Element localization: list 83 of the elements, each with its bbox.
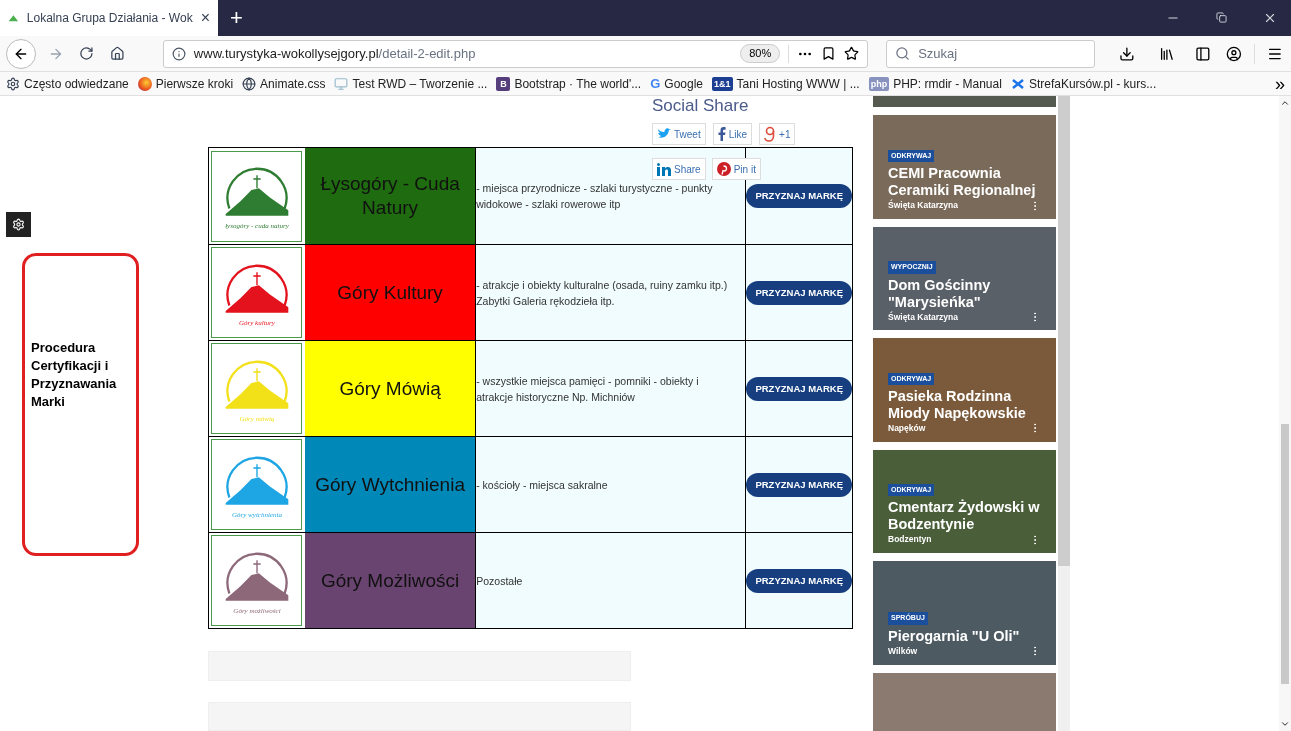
back-button[interactable] — [6, 38, 36, 69]
globe-icon — [242, 76, 257, 91]
reload-icon[interactable] — [79, 46, 95, 61]
settings-button[interactable] — [6, 212, 31, 237]
bookmark-item[interactable]: 1&1 Tani Hosting WWW | ... — [712, 74, 860, 93]
tab-close-button[interactable]: × — [200, 10, 210, 26]
bookmark-item[interactable]: Test RWD – Tworzenie ... — [334, 74, 488, 93]
brand-name-cell: Góry Możliwości — [304, 533, 476, 629]
bookmark-item[interactable]: StrefaKursów.pl - kurs... — [1010, 74, 1157, 93]
place-title: Pasieka Rodzinna Miody Napękowskie — [888, 388, 1027, 422]
brand-name-cell: Łysogóry - Cuda Natury — [304, 148, 476, 245]
zoom-badge[interactable]: 80% — [740, 44, 781, 63]
bookmarks-overflow-button[interactable]: » — [1275, 74, 1285, 93]
letter-icon: B — [496, 76, 511, 91]
search-field[interactable]: Szukaj — [886, 39, 1096, 68]
place-title: Dom Gościnny "Marysieńka" — [888, 276, 992, 311]
share-button[interactable]: +1 — [759, 123, 796, 145]
sidebar-icon[interactable] — [1194, 45, 1211, 62]
place-title: Pierogarnia "U Oli" — [888, 627, 1021, 645]
place-title: CEMI Pracownia Ceramiki Regionalnej — [888, 165, 1037, 199]
description-cell: - kościoły - miejsca sakralne — [475, 437, 746, 533]
scrollbar-thumb[interactable] — [1058, 96, 1070, 566]
scroll-down-icon[interactable] — [1280, 719, 1290, 729]
brand-name-cell: Góry Mówią — [304, 341, 476, 437]
place-location: Bodzentyn — [888, 533, 932, 547]
share-button[interactable]: Like — [712, 123, 753, 145]
linkedin-icon — [657, 162, 671, 176]
bookmark-item[interactable]: php PHP: rmdir - Manual — [868, 74, 1002, 93]
google-plus-icon — [764, 126, 777, 142]
scrollbar-thumb[interactable] — [1281, 423, 1289, 684]
share-button[interactable]: Pin it — [711, 158, 761, 180]
award-button[interactable]: PRZYZNAJ MARKĘ — [746, 280, 852, 305]
bird-icon — [657, 128, 671, 140]
pinterest-icon — [716, 162, 731, 176]
restore-icon[interactable] — [1216, 12, 1227, 23]
search-icon — [895, 46, 911, 61]
url-host: www.turystyka-wokollysejgory.pl — [193, 45, 379, 61]
bookmark-item[interactable]: Często odwiedzane — [6, 74, 129, 93]
place-location: Wilków — [888, 644, 918, 658]
description-cell: Pozostałe — [475, 533, 746, 629]
info-icon — [171, 46, 186, 61]
place-location: Napęków — [888, 422, 926, 435]
monitor-icon — [334, 76, 349, 91]
address-bar[interactable]: www.turystyka-wokollysejgory.pl/detail-2-edit.php 80% — [162, 39, 869, 68]
social-share-title: Social Share — [652, 96, 749, 116]
home-icon[interactable] — [110, 46, 125, 61]
description-cell: - wszystkie miejsca pamięci - pomniki - obiekty i atrakcje historyczne Np. Michniów — [475, 341, 746, 437]
letter-icon: php — [868, 76, 890, 91]
bookmark-item[interactable]: Pierwsze kroki — [137, 74, 234, 93]
brand-name-cell: Góry Wytchnienia — [304, 437, 476, 533]
place-location: Święta Katarzyna — [888, 310, 958, 324]
star-icon[interactable] — [844, 46, 860, 61]
letter-icon: G — [650, 77, 661, 90]
place-location: Święta Katarzyna — [888, 199, 958, 212]
award-button[interactable]: PRZYZNAJ MARKĘ — [746, 472, 852, 497]
account-icon[interactable] — [1226, 45, 1243, 62]
brand-name-cell: Góry Kultury — [304, 245, 476, 341]
award-button[interactable]: PRZYZNAJ MARKĘ — [746, 184, 852, 209]
download-icon[interactable] — [1119, 45, 1135, 62]
close-icon[interactable] — [1263, 11, 1277, 25]
award-button[interactable]: PRZYZNAJ MARKĘ — [746, 376, 852, 401]
bookmark-item[interactable]: B Bootstrap · The world'... — [496, 74, 642, 93]
url-path: /detail-2-edit.php — [378, 45, 476, 61]
award-button[interactable]: PRZYZNAJ MARKĘ — [746, 568, 852, 593]
facebook-icon — [717, 127, 726, 141]
settings-icon — [6, 76, 20, 91]
fox-globe-icon — [137, 76, 152, 91]
tab-title: Lokalna Grupa Działania - Wok — [26, 10, 193, 27]
mountain-icon — [8, 12, 19, 24]
pocket-icon[interactable] — [821, 46, 837, 61]
browser-tab[interactable]: Lokalna Grupa Działania - Wok × — [0, 0, 218, 36]
scroll-up-icon[interactable] — [1280, 98, 1290, 108]
share-button[interactable]: Tweet — [652, 123, 706, 145]
sidebar-title: Procedura Certyfikacji i Przyznawania Marki — [31, 338, 118, 411]
description-cell: - atrakcje i obiekty kulturalne (osada, ruiny zamku itp.) Zabytki Galeria rękodzieła itp. — [475, 245, 746, 341]
letter-icon: 1&1 — [712, 76, 733, 91]
bookmark-item[interactable]: G Google — [650, 74, 703, 93]
library-icon[interactable] — [1158, 45, 1175, 62]
gear-icon — [12, 218, 25, 231]
new-tab-button[interactable]: + — [218, 0, 255, 36]
place-title: Cmentarz Żydowski w Bodzentynie — [888, 499, 1041, 534]
bookmark-item[interactable]: Animate.css — [242, 74, 326, 93]
share-button[interactable]: Share — [652, 158, 706, 180]
